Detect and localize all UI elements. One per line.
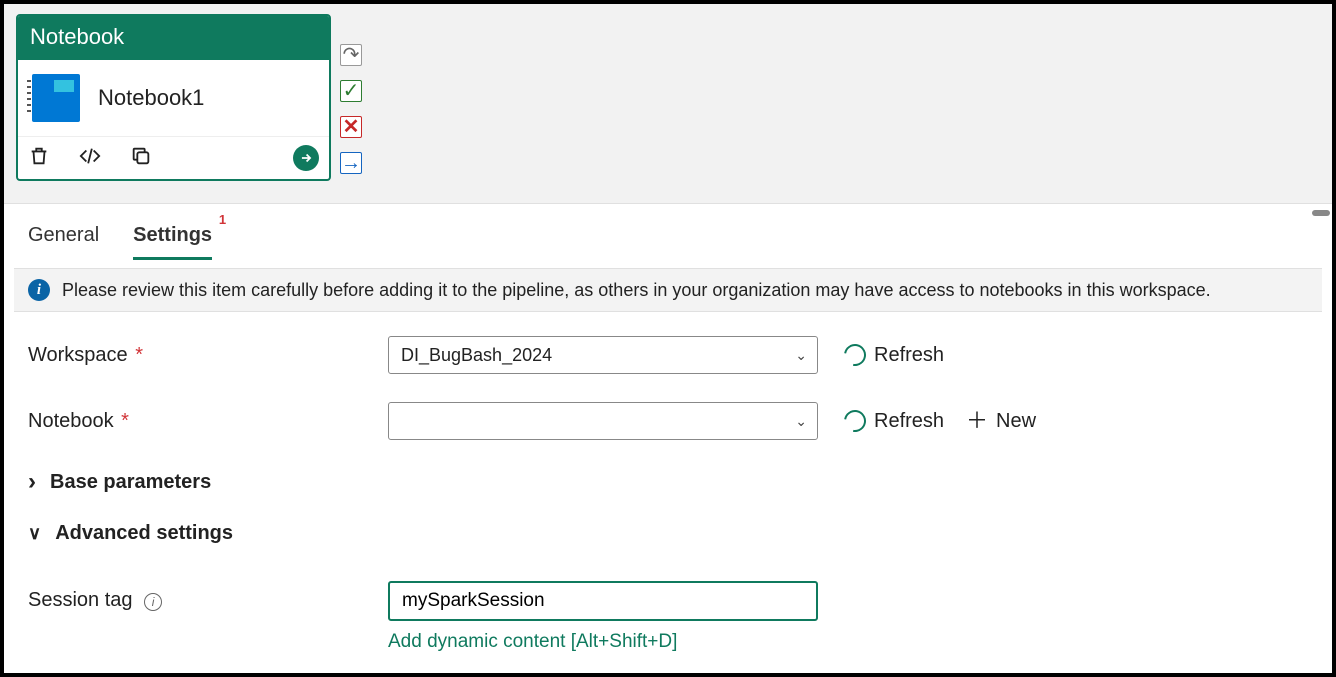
info-icon[interactable]: i [144, 593, 162, 611]
success-icon[interactable]: ✓ [340, 80, 362, 102]
advanced-settings-expander[interactable]: Advanced settings [28, 522, 233, 545]
pipeline-canvas[interactable]: Notebook Notebook1 [4, 4, 1332, 204]
failure-icon[interactable]: ✕ [340, 116, 362, 138]
notebook-activity-card[interactable]: Notebook Notebook1 [16, 14, 331, 181]
proceed-icon[interactable] [293, 145, 319, 171]
properties-panel: General Settings 1 i Please review this … [4, 204, 1332, 677]
notebook-select[interactable]: ⌄ [388, 402, 818, 440]
chevron-down-icon: ⌄ [795, 413, 807, 430]
tab-settings-badge: 1 [219, 212, 226, 227]
tab-settings[interactable]: Settings 1 [133, 224, 212, 260]
workspace-value: DI_BugBash_2024 [401, 345, 552, 366]
refresh-icon [840, 406, 871, 437]
notebook-label: Notebook * [28, 410, 388, 433]
session-tag-input[interactable] [388, 581, 818, 621]
code-icon[interactable] [78, 145, 102, 171]
add-dynamic-content-link[interactable]: Add dynamic content [Alt+Shift+D] [388, 631, 818, 653]
workspace-select[interactable]: DI_BugBash_2024 ⌄ [388, 336, 818, 374]
info-bar: i Please review this item carefully befo… [14, 268, 1322, 312]
base-parameters-expander[interactable]: Base parameters [28, 468, 211, 496]
delete-icon[interactable] [28, 145, 50, 171]
session-tag-label: Session tag i [28, 581, 388, 612]
redo-icon[interactable]: ↷ [340, 44, 362, 66]
notebook-refresh-button[interactable]: Refresh [844, 410, 944, 433]
copy-icon[interactable] [130, 145, 152, 171]
chevron-down-icon: ⌄ [795, 347, 807, 364]
activity-header: Notebook [18, 16, 329, 60]
plus-icon: ＋ [966, 410, 988, 432]
notebook-new-button[interactable]: ＋ New [966, 410, 1036, 433]
notebook-icon [32, 74, 80, 122]
workspace-refresh-button[interactable]: Refresh [844, 344, 944, 367]
info-icon: i [28, 279, 50, 301]
tab-settings-label: Settings [133, 224, 212, 246]
activity-name: Notebook1 [98, 85, 204, 111]
skip-icon[interactable]: → [340, 152, 362, 174]
tab-general[interactable]: General [28, 224, 99, 260]
chevron-down-icon [28, 522, 41, 545]
info-message: Please review this item carefully before… [62, 280, 1211, 301]
refresh-icon [840, 340, 871, 371]
workspace-label: Workspace * [28, 344, 388, 367]
chevron-right-icon [28, 468, 36, 496]
